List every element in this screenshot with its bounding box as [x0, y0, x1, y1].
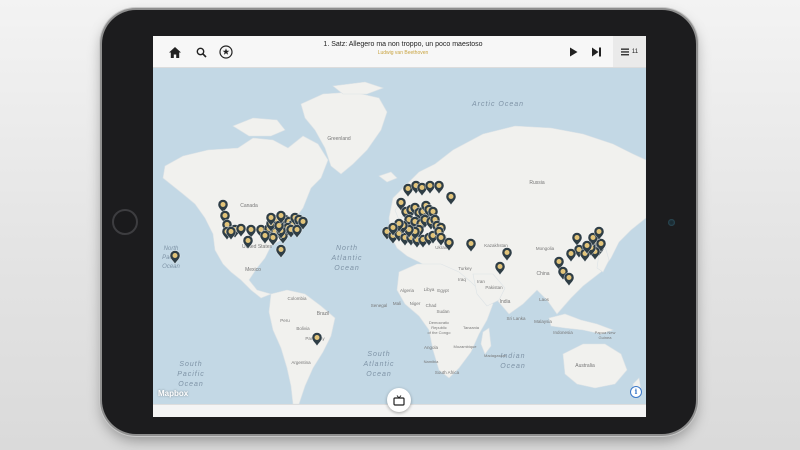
front-camera [668, 219, 675, 226]
list-icon [620, 48, 629, 55]
map-label-north-pacific-3: Ocean [162, 264, 180, 270]
map-svg[interactable]: Arctic Ocean Greenland Canada United Sta… [153, 68, 646, 405]
map-label-indian-ocean-2: Ocean [500, 363, 526, 370]
map-label-peru: Peru [280, 318, 290, 323]
map-label-south-pacific-3: Ocean [178, 381, 204, 388]
map-label-mali: Mali [393, 301, 401, 306]
map-label-bolivia: Bolivia [296, 326, 310, 331]
map-label-china: China [536, 271, 549, 277]
map-label-arctic-ocean: Arctic Ocean [471, 101, 524, 108]
map-label-south-pacific-1: South [179, 361, 202, 368]
map-label-drc-3: of the Congo [428, 330, 452, 335]
map-label-south-africa: South Africa [435, 370, 460, 375]
queue-button[interactable]: 11 [613, 36, 646, 67]
map-label-mexico: Mexico [245, 267, 261, 273]
play-icon[interactable] [563, 42, 583, 62]
map-label-turkey: Turkey [458, 266, 472, 271]
info-icon[interactable]: i [630, 386, 642, 398]
skip-forward-icon[interactable] [586, 42, 606, 62]
map-label-brazil: Brazil [317, 311, 330, 317]
top-toolbar: 1. Satz: Allegero ma non troppo, un poco… [153, 36, 646, 68]
map-label-sri-lanka: Sri Lanka [506, 316, 526, 321]
map-label-russia: Russia [529, 180, 545, 186]
map-label-colombia: Colombia [287, 296, 307, 301]
tablet-frame: Arctic Ocean Greenland Canada United Sta… [102, 10, 696, 434]
map-label-png-2: Guinea [599, 335, 613, 340]
map-label-australia: Australia [575, 363, 595, 369]
map-label-pakistan: Pakistan [485, 285, 503, 290]
map-label-north-atlantic-3: Ocean [334, 265, 360, 272]
map-label-chad: Chad [426, 303, 437, 308]
map-label-india: India [500, 299, 511, 305]
map-label-namibia: Namibia [424, 359, 439, 364]
map-label-madagascar: Madagascar [484, 353, 507, 358]
map-label-tanzania: Tanzania [463, 325, 480, 330]
map-label-laos: Laos [539, 297, 550, 302]
track-title: 1. Satz: Allegero ma non troppo, un poco… [323, 41, 483, 48]
map-label-mongolia: Mongolia [536, 246, 555, 251]
star-circle-icon[interactable] [216, 42, 236, 62]
map-label-south-atlantic-2: Atlantic [363, 361, 395, 368]
home-icon[interactable] [165, 42, 185, 62]
map-label-north-atlantic-1: North [336, 245, 358, 252]
home-hardware-button[interactable] [112, 209, 138, 235]
map-label-south-pacific-2: Pacific [177, 371, 205, 378]
app-screen: Arctic Ocean Greenland Canada United Sta… [153, 36, 646, 417]
map-label-north-atlantic-2: Atlantic [331, 255, 363, 262]
map-label-angola: Angola [424, 345, 439, 350]
map-label-iraq: Iraq [458, 277, 466, 282]
composer-name: Ludwig van Beethoven [377, 50, 429, 56]
map-label-argentina: Argentina [291, 360, 311, 365]
tv-icon [393, 394, 405, 406]
map-label-south-atlantic-3: Ocean [366, 371, 392, 378]
map-label-south-atlantic-1: South [367, 351, 390, 358]
world-map[interactable]: Arctic Ocean Greenland Canada United Sta… [153, 68, 646, 405]
queue-count: 11 [631, 48, 639, 55]
map-label-iran: Iran [477, 279, 485, 284]
map-label-canada: Canada [240, 203, 258, 209]
map-label-mozambique: Mozambique [454, 344, 478, 349]
map-label-algeria: Algeria [400, 288, 415, 293]
map-label-indonesia: Indonesia [553, 330, 573, 335]
map-label-greenland: Greenland [327, 136, 351, 142]
map-label-malaysia: Malaysia [534, 319, 552, 324]
tv-button[interactable] [387, 388, 411, 412]
now-playing[interactable]: 1. Satz: Allegero ma non troppo, un poco… [303, 40, 503, 58]
map-label-egypt: Egypt [437, 288, 449, 293]
map-label-kazakhstan: Kazakhstan [484, 243, 508, 248]
map-label-sudan: Sudan [436, 309, 450, 314]
map-label-senegal: Senegal [371, 303, 388, 308]
map-label-niger: Niger [410, 301, 421, 306]
mapbox-attribution[interactable]: Mapbox [158, 389, 188, 398]
search-icon[interactable] [191, 42, 211, 62]
map-label-libya: Libya [424, 287, 435, 292]
